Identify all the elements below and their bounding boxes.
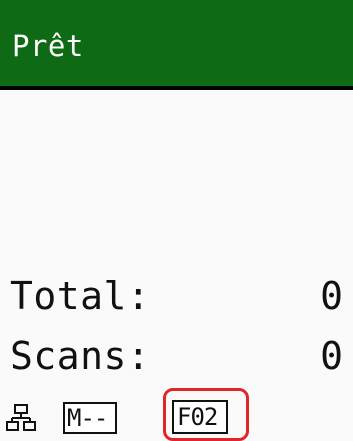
status-text: Prêt bbox=[12, 29, 84, 63]
mode-indicator: M-- bbox=[63, 402, 117, 434]
status-bar: Prêt bbox=[0, 0, 353, 90]
scans-label: Scans: bbox=[10, 334, 151, 378]
scans-value: 0 bbox=[320, 334, 343, 378]
network-icon bbox=[6, 404, 36, 431]
total-value: 0 bbox=[320, 274, 343, 318]
total-row: Total: 0 bbox=[0, 272, 353, 320]
total-label: Total: bbox=[10, 274, 151, 318]
scans-row: Scans: 0 bbox=[0, 332, 353, 380]
bottom-status-bar: M-- F02 bbox=[0, 388, 353, 441]
format-indicator[interactable]: F02 bbox=[172, 400, 228, 434]
